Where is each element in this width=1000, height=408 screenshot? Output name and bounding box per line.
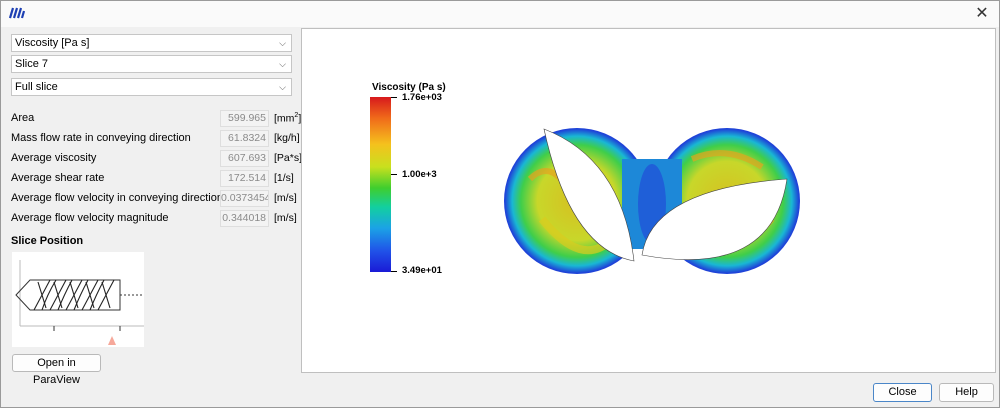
close-icon[interactable]: ✕ (971, 3, 993, 25)
stat-value: 607.693 (220, 150, 269, 167)
legend-tick (391, 97, 397, 98)
stat-row-avg-viscosity: Average viscosity 607.693 [Pa*s] (11, 150, 302, 168)
stat-label: Average shear rate (11, 172, 105, 184)
slice-position-preview (12, 252, 144, 347)
slice-dropdown[interactable]: Slice 7 ⌵ (11, 55, 292, 73)
chevron-down-icon: ⌵ (279, 59, 286, 69)
stat-unit: [m/s] (274, 212, 297, 224)
dialog-button-bar: Close Help (1, 374, 999, 408)
dialog-window: ✕ Viscosity [Pa s] ⌵ Slice 7 ⌵ Full slic… (0, 0, 1000, 408)
quantity-dropdown[interactable]: Viscosity [Pa s] ⌵ (11, 34, 292, 52)
close-button[interactable]: Close (873, 383, 932, 402)
stat-value: 0.344018 (220, 210, 269, 227)
chevron-down-icon: ⌵ (279, 38, 286, 48)
color-legend-bar (370, 97, 391, 272)
stat-value: 172.514 (220, 170, 269, 187)
region-dropdown-value: Full slice (15, 81, 58, 93)
stat-unit: [m/s] (274, 192, 297, 204)
stat-row-avg-shear: Average shear rate 172.514 [1/s] (11, 170, 296, 188)
stat-unit: [mm2] (274, 112, 302, 125)
legend-tick (391, 174, 397, 175)
legend-max-label: 1.76e+03 (402, 92, 442, 103)
viscosity-slice-plot (504, 128, 800, 274)
stat-value: 599.965 (220, 110, 269, 127)
stat-value: 61.8324 (220, 130, 269, 147)
legend-mid-label: 1.00e+3 (402, 169, 437, 180)
stat-label: Average flow velocity in conveying direc… (11, 192, 223, 204)
open-in-paraview-button[interactable]: Open in ParaView (12, 354, 101, 386)
stat-row-area: Area 599.965 [mm2] (11, 110, 301, 128)
stat-row-avg-velocity-magnitude: Average flow velocity magnitude 0.344018… (11, 210, 297, 228)
stat-label: Average flow velocity magnitude (11, 212, 169, 224)
help-button[interactable]: Help (939, 383, 994, 402)
viewport-3d[interactable]: Viscosity (Pa s) 1.76e+03 1.00e+3 3.49e+… (301, 28, 996, 373)
stat-unit: [kg/h] (274, 132, 300, 144)
stat-label: Area (11, 112, 35, 124)
stat-row-mass-flow: Mass flow rate in conveying direction 61… (11, 130, 300, 148)
stat-label: Average viscosity (11, 152, 97, 164)
left-panel: Viscosity [Pa s] ⌵ Slice 7 ⌵ Full slice … (1, 28, 302, 386)
quantity-dropdown-value: Viscosity [Pa s] (15, 37, 90, 49)
legend-min-label: 3.49e+01 (402, 265, 442, 276)
stat-value: 0.0373454 (220, 190, 269, 207)
title-bar: ✕ (1, 1, 999, 27)
stat-unit: [Pa*s] (274, 152, 303, 164)
region-dropdown[interactable]: Full slice ⌵ (11, 78, 292, 96)
stat-unit: [1/s] (274, 172, 294, 184)
screw-diagram-icon (15, 260, 144, 345)
app-logo-icon (9, 7, 25, 19)
legend-tick (391, 271, 397, 272)
stat-row-avg-velocity-conveying: Average flow velocity in conveying direc… (11, 190, 297, 208)
slice-dropdown-value: Slice 7 (15, 58, 49, 70)
chevron-down-icon: ⌵ (279, 82, 286, 92)
slice-position-heading: Slice Position (11, 235, 84, 247)
stat-label: Mass flow rate in conveying direction (11, 132, 191, 144)
